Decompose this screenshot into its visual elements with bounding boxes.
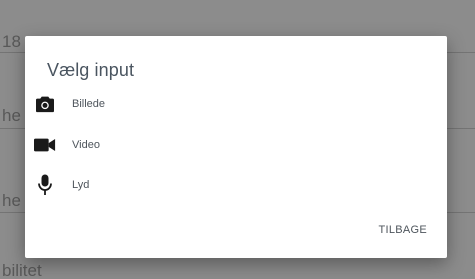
option-video-label: Video <box>72 139 100 151</box>
option-audio[interactable]: Lyd <box>25 165 447 205</box>
microphone-icon <box>34 174 56 196</box>
camera-icon <box>34 93 56 115</box>
option-image[interactable]: Billede <box>25 84 447 124</box>
input-picker-dialog: Vælg input Billede Video Lyd TILBAGE <box>25 36 447 258</box>
option-image-label: Billede <box>72 98 106 110</box>
back-button[interactable]: TILBAGE <box>378 222 427 238</box>
dialog-title: Vælg input <box>47 60 135 80</box>
screen: 18 ⁠… he he bilitet Vælg input Billede <box>0 0 475 279</box>
videocam-icon <box>34 134 56 156</box>
option-audio-label: Lyd <box>72 179 90 191</box>
option-video[interactable]: Video <box>25 125 447 165</box>
